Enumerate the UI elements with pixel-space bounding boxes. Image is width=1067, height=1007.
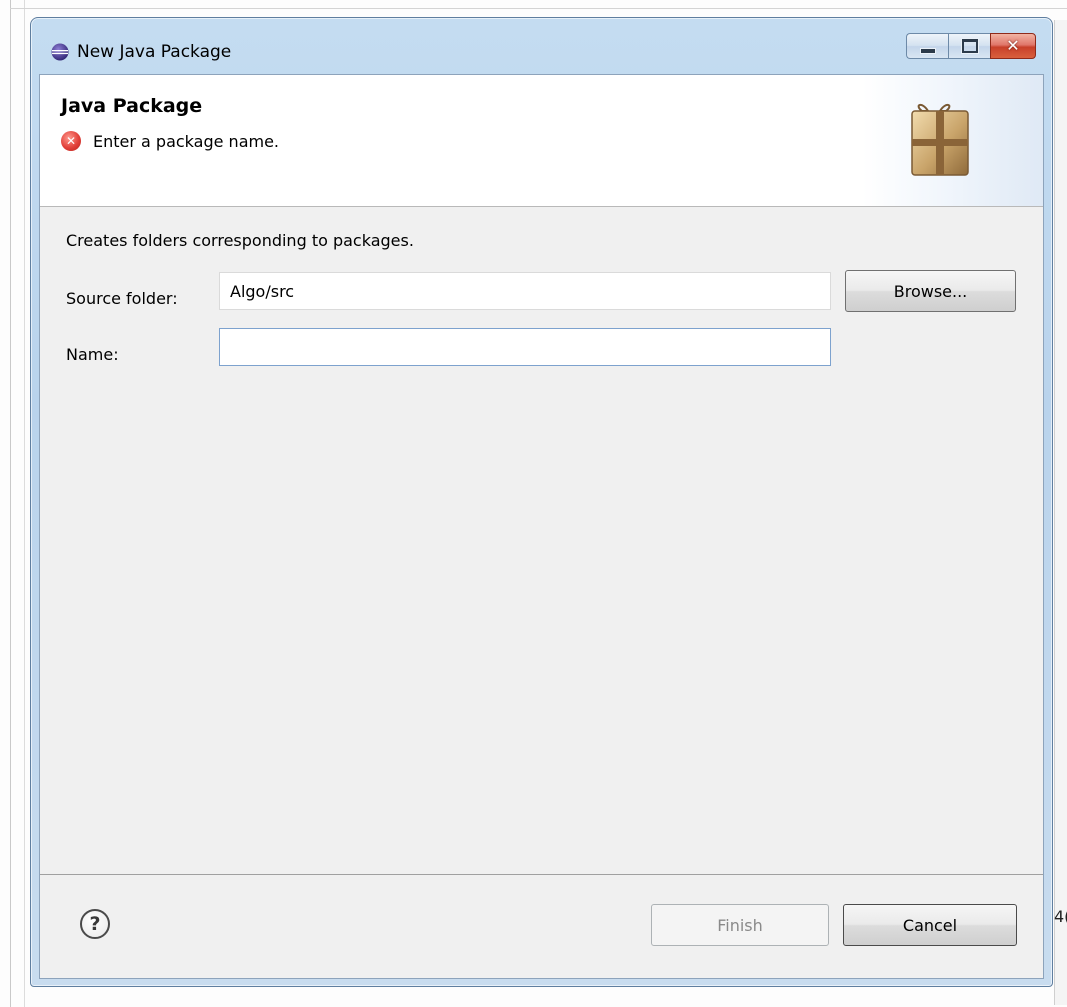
title-bar[interactable]: New Java Package ✕: [31, 18, 1052, 74]
package-icon: [911, 104, 969, 176]
name-label: Name:: [66, 345, 119, 364]
error-message: Enter a package name.: [93, 131, 280, 151]
finish-button[interactable]: Finish: [651, 904, 829, 946]
dialog-content: Java Package ✕ Enter a package name. Cre…: [39, 74, 1044, 979]
footer-separator: [40, 874, 1043, 875]
error-icon: ✕: [61, 131, 81, 151]
background-partial-text: 4(: [1054, 907, 1067, 926]
wizard-title: Java Package: [61, 95, 203, 117]
error-message-row: ✕ Enter a package name.: [61, 129, 279, 153]
description-text: Creates folders corresponding to package…: [66, 231, 414, 250]
caption-buttons: ✕: [906, 33, 1036, 61]
background-divider: [10, 8, 1067, 9]
close-button[interactable]: ✕: [990, 33, 1036, 59]
source-folder-label: Source folder:: [66, 289, 178, 308]
window-title: New Java Package: [77, 42, 232, 62]
minimize-button[interactable]: [906, 33, 948, 59]
wizard-header: Java Package ✕ Enter a package name.: [40, 75, 1043, 207]
minimize-icon: [919, 47, 936, 54]
source-folder-field[interactable]: [219, 272, 831, 310]
background-divider: [10, 0, 11, 1007]
new-java-package-dialog: New Java Package ✕ Java Package ✕ Enter …: [30, 17, 1053, 987]
maximize-button[interactable]: [948, 33, 990, 59]
cancel-button[interactable]: Cancel: [843, 904, 1017, 946]
maximize-icon: [960, 38, 979, 54]
eclipse-icon: [51, 43, 69, 61]
help-icon[interactable]: ?: [80, 909, 110, 939]
name-field[interactable]: [219, 328, 831, 366]
background-panel: [1054, 20, 1067, 1005]
close-icon: ✕: [1006, 36, 1020, 55]
background-divider: [24, 0, 25, 1007]
browse-button[interactable]: Browse...: [845, 270, 1016, 312]
